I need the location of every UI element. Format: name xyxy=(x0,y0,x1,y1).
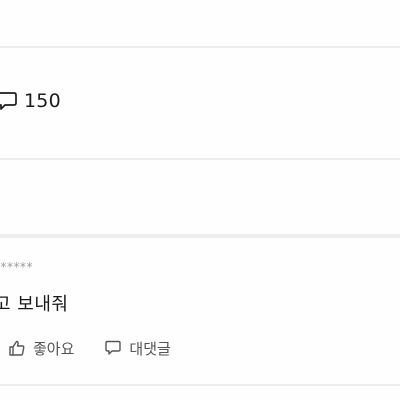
reply-label: 대댓글 xyxy=(129,339,171,358)
comment-count: 150 xyxy=(24,90,61,112)
comment-count-stat[interactable]: 150 xyxy=(0,88,61,114)
comment-text: 고 보내줘 xyxy=(0,294,69,315)
screen: 150 ****** 고 보내줘 좋아요 xyxy=(0,0,400,400)
thumbs-up-icon xyxy=(8,339,33,357)
comment-actions: 좋아요 대댓글 xyxy=(8,336,171,360)
comment-author: ****** xyxy=(0,260,33,274)
like-label: 좋아요 xyxy=(33,339,75,358)
next-comment-card xyxy=(0,386,400,400)
comment-item: ****** 고 보내줘 좋아요 대댓글 xyxy=(0,238,400,384)
like-button[interactable]: 좋아요 xyxy=(8,338,74,359)
reply-button[interactable]: 대댓글 xyxy=(104,338,171,359)
header-card xyxy=(0,0,400,46)
speech-bubble-icon xyxy=(0,90,18,112)
post-stats-bar: 150 xyxy=(0,48,400,158)
speech-bubble-icon xyxy=(104,339,129,357)
empty-section xyxy=(0,160,400,234)
